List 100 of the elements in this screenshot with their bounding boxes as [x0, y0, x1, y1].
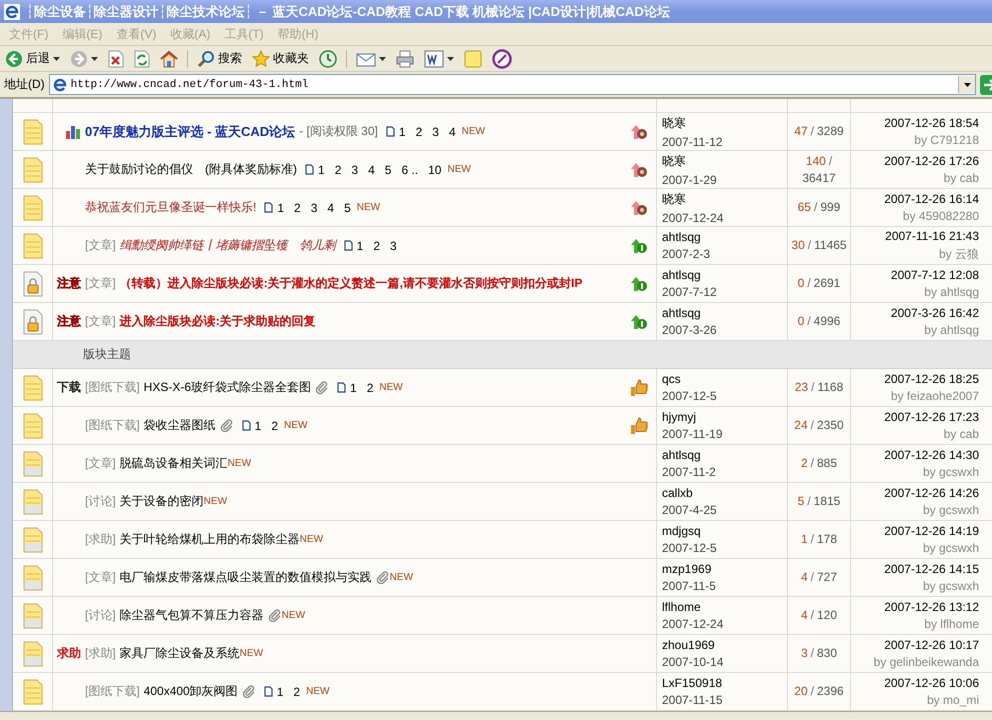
last-post-time[interactable]: 2007-12-26 14:26 [884, 486, 979, 500]
last-post-time[interactable]: 2007-12-26 18:54 [884, 116, 979, 130]
address-field[interactable]: http://www.cncad.net/forum-43-1.html [48, 74, 976, 95]
topic-link[interactable]: 电厂输煤皮带落煤点吸尘装置的数值模拟与实践 [120, 569, 372, 586]
page-link[interactable]: 3 [310, 200, 318, 214]
topic-link[interactable]: 袋收尘器图纸 [144, 417, 216, 434]
new-tag: NEW [282, 610, 306, 621]
author-link[interactable]: ahtlsqg [662, 230, 787, 244]
author-link[interactable]: ahtlsqg [662, 448, 787, 462]
author-link[interactable]: 晓寒 [662, 190, 787, 208]
post-date: 2007-12-24 [662, 617, 724, 631]
author-link[interactable]: ahtlsqg [662, 268, 787, 282]
window-title: ┆除尘设备┆除尘器设计┆除尘技术论坛┆ － 蓝天CAD论坛-CAD教程 CAD下载 机械论坛 |CAD设计|机械CAD论坛 [26, 2, 670, 20]
author-link[interactable]: 晓寒 [662, 152, 787, 170]
last-post-time[interactable]: 2007-12-26 14:19 [884, 524, 979, 538]
page-link[interactable]: 2 [416, 124, 422, 138]
topic-link[interactable]: 进入除尘版块必读:关于求助贴的回复 [120, 313, 316, 330]
page-link[interactable]: 1 [277, 200, 284, 214]
star-icon[interactable] [252, 50, 270, 68]
word-document-icon[interactable] [424, 50, 444, 68]
topic-link[interactable]: 关于设备的密闭 [120, 493, 204, 510]
view-count: 2396 [817, 683, 844, 700]
home-icon[interactable] [160, 50, 178, 68]
toolbar-label[interactable]: 后退 [26, 50, 50, 67]
page-link[interactable]: 3 [390, 238, 397, 252]
dropdown-button[interactable] [958, 76, 975, 93]
count-divider: / [810, 683, 814, 700]
post-date: 2007-4-25 [662, 503, 718, 517]
page-link[interactable]: 1 [356, 238, 364, 252]
page-link[interactable]: 5 [344, 200, 351, 214]
topic-link[interactable]: （转载）进入除尘版块必读:关于灌水的定义赘述一篇,请不要灌水否则按守则扣分或封IP [120, 275, 582, 292]
refresh-icon[interactable] [134, 50, 150, 68]
messenger-icon[interactable] [492, 48, 512, 68]
dropdown-caret-icon[interactable] [379, 56, 386, 60]
author-link[interactable]: ahtlsqg [662, 306, 787, 320]
page-link[interactable]: 4 [368, 162, 375, 176]
page-link[interactable]: 2 [334, 162, 342, 176]
dropdown-caret-icon[interactable] [53, 56, 60, 60]
last-post-time[interactable]: 2007-12-26 17:26 [884, 154, 979, 168]
author-link[interactable]: 晓寒 [662, 114, 787, 132]
topic-link[interactable]: 除尘器气包算不算压力容器 [120, 607, 264, 624]
mail-icon[interactable] [356, 50, 376, 66]
topic-link[interactable]: 脱硫岛设备相关词汇 [120, 455, 228, 472]
stop-icon[interactable] [108, 50, 124, 68]
last-post-time[interactable]: 2007-11-16 21:43 [885, 228, 979, 242]
view-count: 1168 [817, 379, 844, 396]
last-post-time[interactable]: 2007-3-26 16:42 [890, 306, 979, 320]
last-post-time[interactable]: 2007-12-26 17:23 [884, 410, 979, 424]
dropdown-caret-icon[interactable] [964, 82, 970, 86]
printer-icon[interactable] [396, 50, 414, 68]
last-post-time[interactable]: 2007-7-12 12:08 [890, 268, 979, 282]
page-link[interactable]: 3 [432, 124, 439, 138]
page-link[interactable]: 1 [398, 124, 406, 138]
topic-link[interactable]: 关于鼓励讨论的倡仪 (附具体奖励标准) [85, 161, 297, 178]
author-link[interactable]: hjymyj [662, 410, 787, 424]
author-link[interactable]: LxF150918 [662, 676, 787, 690]
author-link[interactable]: zhou1969 [662, 638, 787, 652]
dropdown-caret-icon[interactable] [447, 56, 454, 60]
topic-link[interactable]: 家具厂除尘设备及系统 [120, 645, 240, 662]
page-link[interactable]: 3 [351, 162, 358, 176]
page-link[interactable]: 2 [373, 238, 380, 252]
author-link[interactable]: callxb [662, 486, 787, 500]
reply-count: 0 [798, 313, 804, 330]
last-post-time[interactable]: 2007-12-26 18:25 [884, 372, 979, 386]
author-link[interactable]: mdjgsq [662, 524, 787, 538]
last-post-time[interactable]: 2007-12-26 14:15 [884, 562, 979, 576]
dropdown-caret-icon[interactable] [91, 56, 98, 60]
author-link[interactable]: lflhome [662, 600, 787, 614]
toolbar-label[interactable]: 收藏夹 [273, 50, 309, 67]
page-link[interactable]: 1 [350, 380, 357, 394]
page-link[interactable]: 5 [384, 162, 392, 176]
last-post-time[interactable]: 2007-12-26 14:30 [884, 448, 979, 462]
page-link[interactable]: 2 [271, 418, 278, 432]
author-link[interactable]: qcs [662, 372, 787, 386]
page-link[interactable]: 2 [366, 380, 374, 394]
topic-link[interactable]: 关于叶轮给煤机上用的布袋除尘器 [120, 531, 300, 548]
search-icon[interactable] [197, 50, 215, 68]
page-link[interactable]: 10 [428, 162, 442, 176]
author-link[interactable]: mzp1969 [662, 562, 787, 576]
last-post-time[interactable]: 2007-12-26 13:12 [884, 600, 979, 614]
topic-link[interactable]: 400x400卸灰阀图 [144, 683, 238, 700]
topic-link[interactable]: 07年度魅力版主评选 - 蓝天CAD论坛 [85, 122, 296, 140]
page-link[interactable]: 6 .. [401, 162, 418, 176]
topic-link[interactable]: HXS-X-6玻纤袋式除尘器全套图 [144, 379, 312, 396]
last-post-time[interactable]: 2007-12-26 10:17 [884, 638, 979, 652]
topic-link[interactable]: 恭祝蓝友们元旦像圣诞一样快乐! [85, 199, 256, 216]
topic-link[interactable]: 缉勳绶阕帅缂链丨堵薅镛摺坠镬 鸰儿剩 [120, 237, 336, 254]
page-link[interactable]: 1 [276, 684, 284, 698]
page-link[interactable]: 2 [294, 200, 301, 214]
toolbar-label[interactable]: 搜索 [218, 50, 242, 67]
history-icon[interactable] [319, 50, 337, 68]
page-link[interactable]: 4 [327, 200, 334, 214]
last-post-time[interactable]: 2007-12-26 10:06 [884, 676, 979, 690]
page-link[interactable]: 4 [448, 124, 456, 138]
reply-count: 5 [798, 493, 804, 510]
post-date: 2007-12-24 [662, 210, 724, 224]
last-post-time[interactable]: 2007-12-26 16:14 [884, 192, 979, 206]
page-link[interactable]: 1 [318, 162, 325, 176]
page-link[interactable]: 2 [293, 684, 300, 698]
page-link[interactable]: 1 [254, 418, 262, 432]
